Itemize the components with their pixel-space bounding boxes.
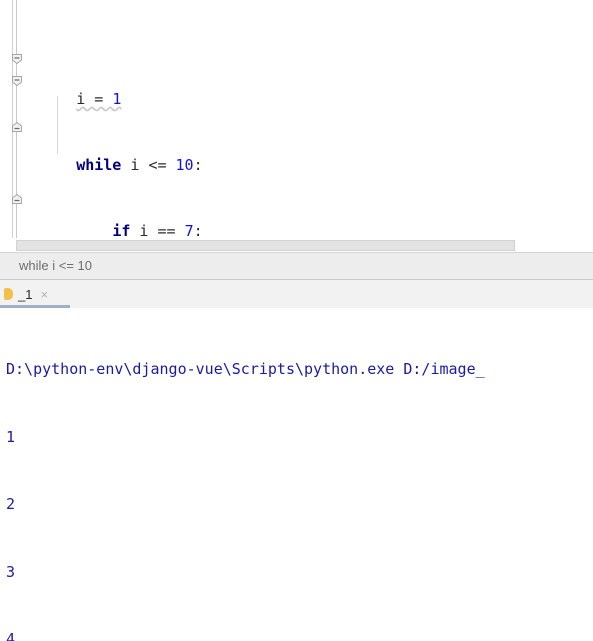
code-lines-container[interactable]: i = 1 while i <= 10: if i == 7: i += 1 c… [0,0,593,252]
code-token: 1 [112,90,122,108]
scrollbar-thumb[interactable] [16,240,515,251]
run-tab-1[interactable]: _1 × [0,280,58,308]
code-token: while [76,156,122,174]
console-line: 1 [6,427,16,446]
code-token: : [193,156,203,174]
code-line[interactable]: if i == 7: [0,198,593,240]
fold-expanded-icon[interactable] [11,74,23,87]
fold-end-icon[interactable] [11,192,23,204]
fold-end-icon[interactable] [11,120,23,132]
code-token: <= [148,156,167,174]
run-toolwindow-tabbar[interactable]: _1 × [0,280,593,308]
close-icon[interactable]: × [40,288,48,301]
run-status-icon [4,288,13,300]
code-token: = [94,90,113,108]
fold-expanded-icon[interactable] [11,52,23,65]
indent-guide [57,96,58,154]
console-line: 4 [6,630,16,641]
console-line: 3 [6,562,16,581]
console-line: D:\python-env\django-vue\Scripts\python.… [6,360,485,378]
breadcrumb-path[interactable]: while i <= 10 [19,258,92,273]
breadcrumb-bar[interactable]: while i <= 10 [0,252,593,281]
code-line[interactable]: while i <= 10: [0,132,593,174]
console-line: 2 [6,495,16,513]
editor-horizontal-scrollbar[interactable] [0,238,593,252]
run-console-output[interactable]: D:\python-env\django-vue\Scripts\python.… [0,308,593,641]
run-tab-label: _1 [18,286,33,302]
code-line[interactable]: i = 1 [0,66,593,108]
code-editor[interactable]: i = 1 while i <= 10: if i == 7: i += 1 c… [0,0,593,252]
code-token: 10 [175,156,194,174]
code-token: i [121,156,149,174]
code-token: i [76,90,95,108]
